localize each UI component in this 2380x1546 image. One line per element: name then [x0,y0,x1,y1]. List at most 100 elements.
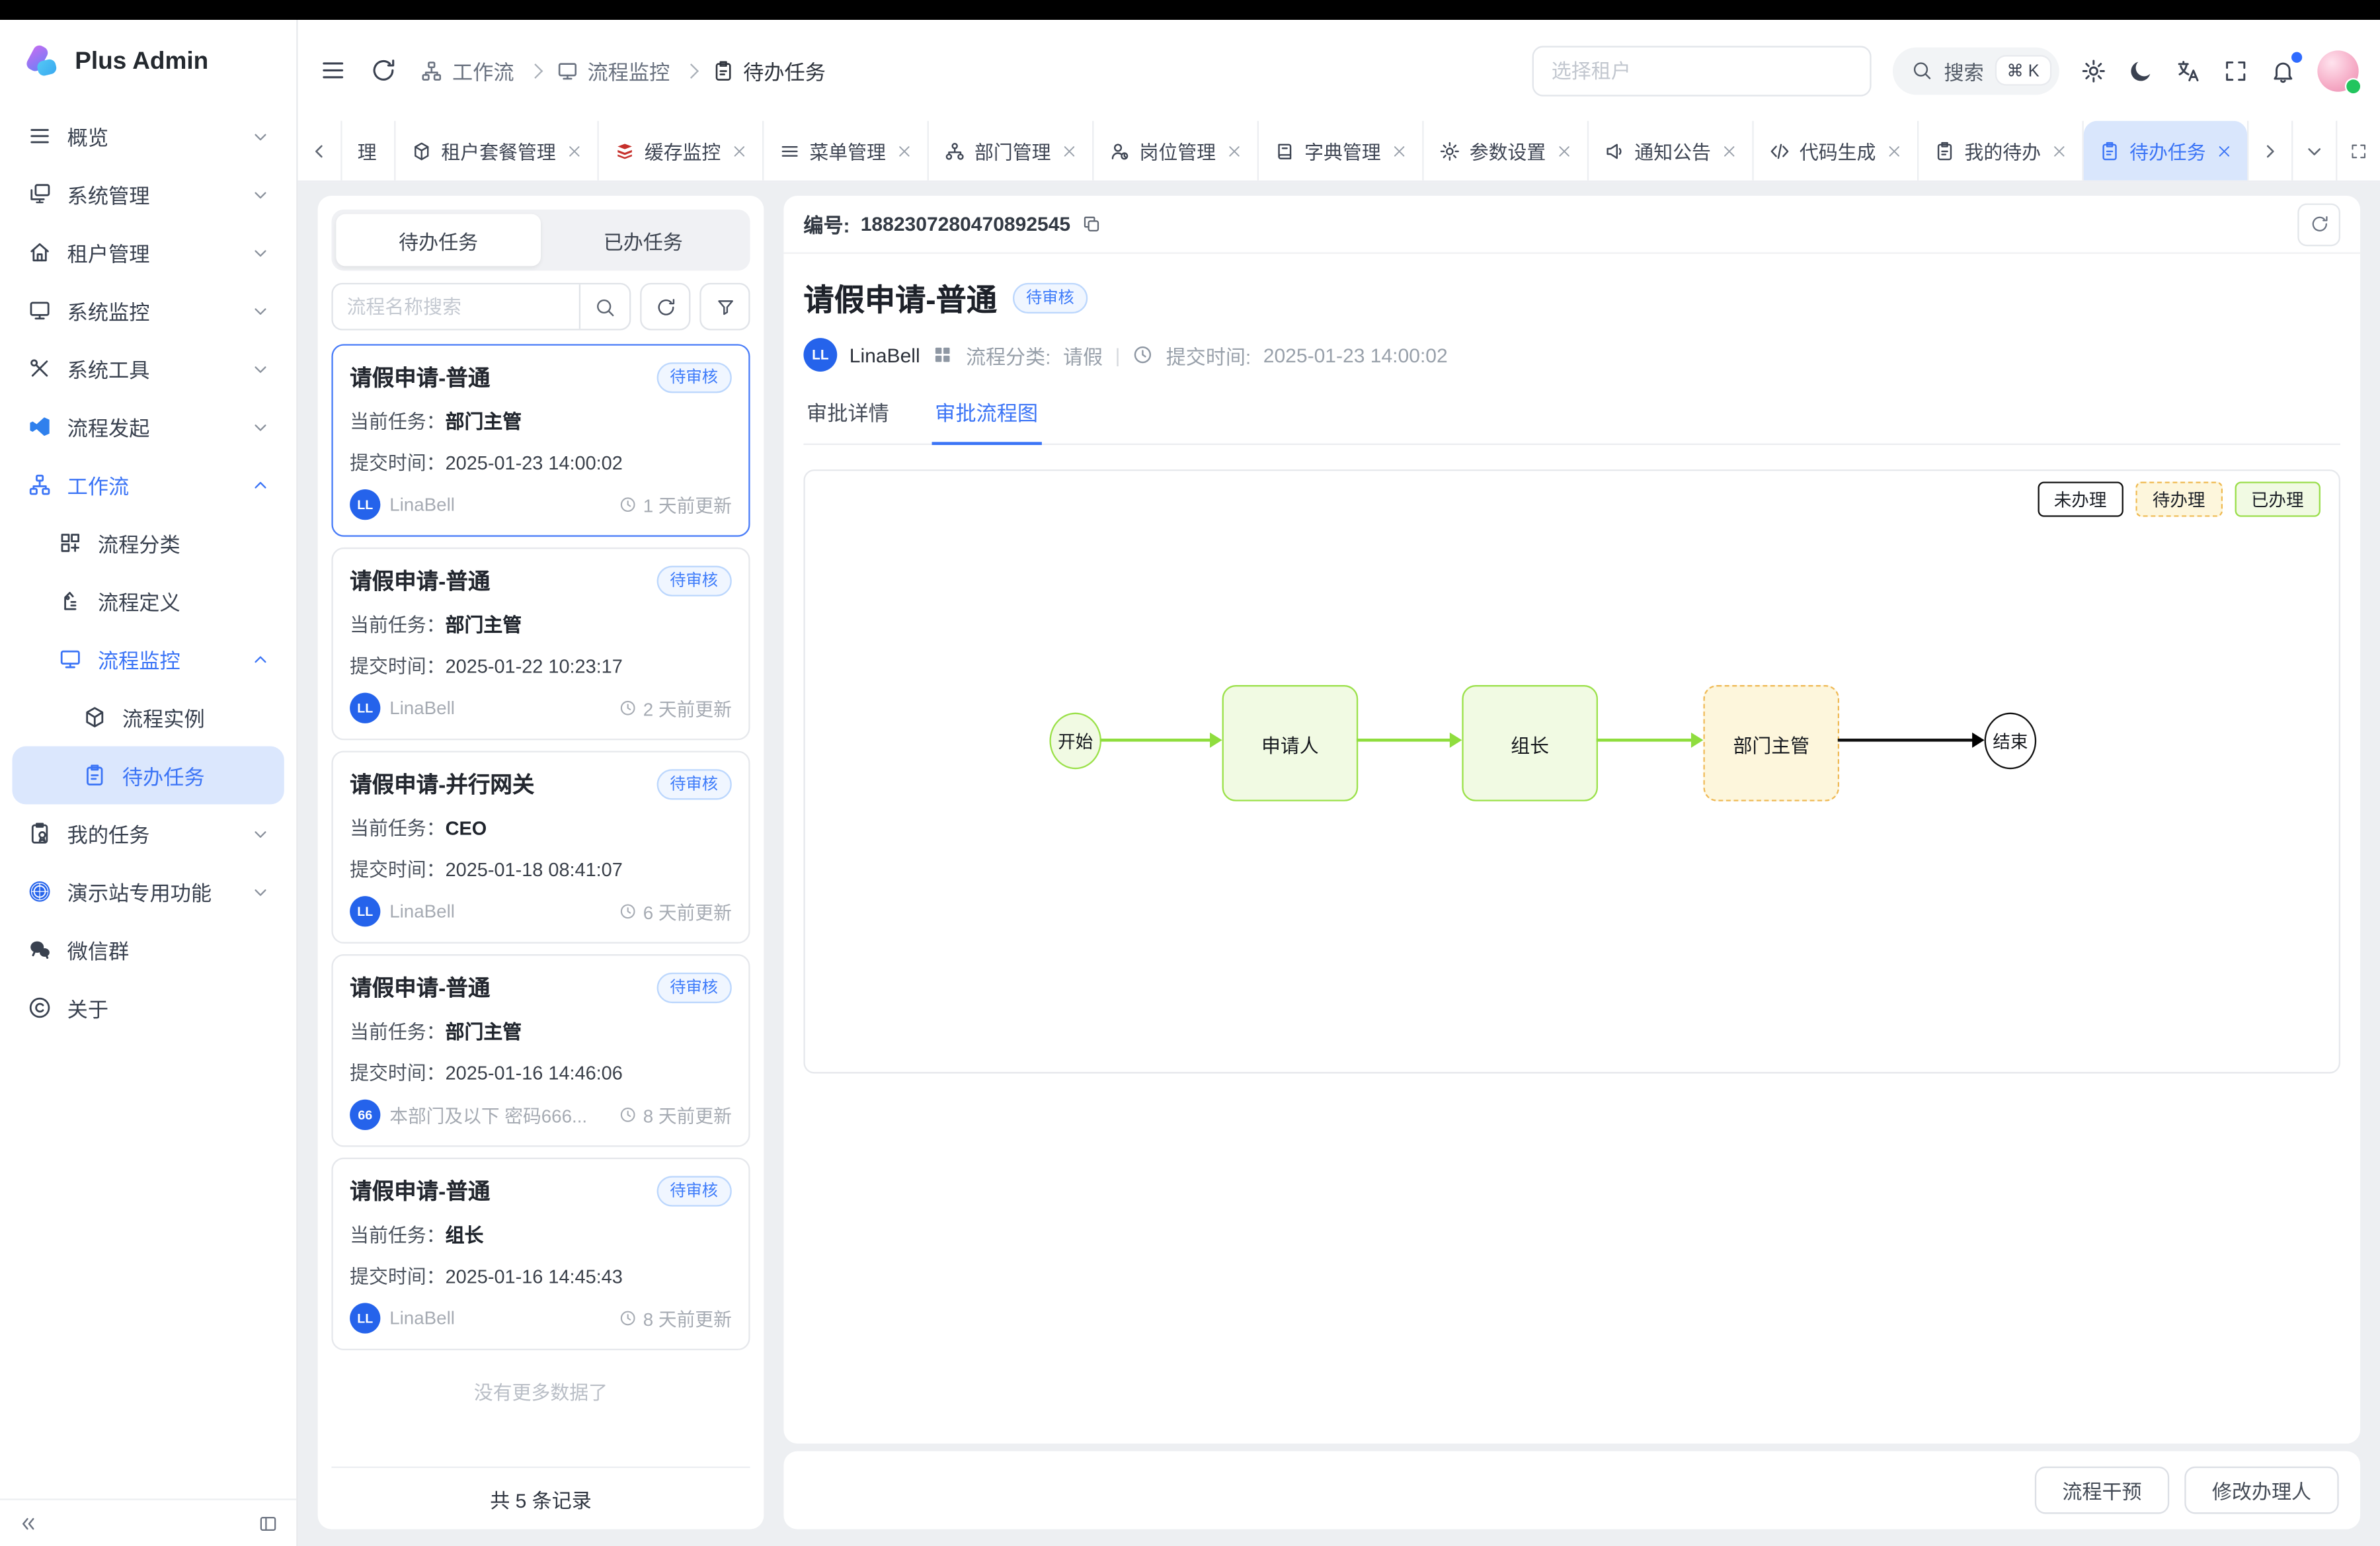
search-button[interactable] [579,284,629,329]
tab-todo-tasks[interactable]: 待办任务 [336,214,541,266]
tab-approval-flowchart[interactable]: 审批流程图 [932,396,1041,445]
code-icon [1769,140,1790,161]
chevron-down-icon [252,883,268,900]
detail-action-bar: 流程干预 修改办理人 [783,1451,2360,1529]
translate-icon[interactable] [2175,58,2201,83]
dark-mode-moon-icon[interactable] [2128,58,2154,83]
user-avatar[interactable] [2317,50,2358,91]
sidebar-item-my-tasks[interactable]: 我的任务 [12,804,284,862]
refresh-detail-button[interactable] [2297,202,2340,245]
task-card[interactable]: 请假申请-普通待审核 当前任务：部门主管 提交时间：2025-01-16 14:… [331,954,750,1147]
fullscreen-icon[interactable] [2223,58,2248,83]
sidebar-item-system-monitor[interactable]: 系统监控 [12,282,284,340]
refresh-list-button[interactable] [640,283,690,331]
tab-post-mgmt[interactable]: 岗位管理 [1093,121,1259,181]
flow-node-applicant[interactable]: 申请人 [1222,685,1359,801]
task-detail-panel: 编号: 1882307280470892545 请假申请-普通 待审核 [783,196,2360,1444]
tab-tenant-package[interactable]: 租户套餐管理 [395,121,598,181]
sidebar-item-flow-launch[interactable]: 流程发起 [12,397,284,456]
my-tasks-icon [28,821,52,846]
tabs-scroll-right-button[interactable] [2247,121,2291,181]
collapse-sidebar-icon[interactable] [19,1513,38,1533]
tabs-dropdown-button[interactable] [2291,121,2336,181]
tabs-scroll-left-button[interactable] [298,121,342,181]
flow-node-end[interactable]: 结束 [1985,713,2037,770]
close-icon[interactable] [896,143,912,158]
updated-ago: 1 天前更新 [643,492,732,518]
refresh-page-icon[interactable] [370,57,397,85]
close-icon[interactable] [1722,143,1737,158]
flow-node-group-leader[interactable]: 组长 [1462,685,1598,801]
close-icon[interactable] [732,143,747,158]
tab-params[interactable]: 参数设置 [1423,121,1589,181]
sidebar-footer [0,1498,296,1546]
flow-node-dept-manager[interactable]: 部门主管 [1703,685,1839,801]
user-name: LinaBell [389,698,610,719]
close-icon[interactable] [1887,143,1902,158]
tab-approval-detail[interactable]: 审批详情 [803,396,892,444]
sidebar-item-demo-features[interactable]: 演示站专用功能 [12,862,284,920]
close-icon[interactable] [567,143,582,158]
sidebar-item-flow-category[interactable]: 流程分类 [12,514,284,572]
chevron-down-icon [252,360,268,377]
tab-dict-mgmt[interactable]: 字典管理 [1259,121,1424,181]
close-icon[interactable] [1556,143,1571,158]
tab-code-gen[interactable]: 代码生成 [1754,121,1919,181]
sidebar-item-tenant-mgmt[interactable]: 租户管理 [12,224,284,282]
copy-icon[interactable] [1081,214,1101,234]
category-value: 请假 [1063,341,1103,370]
task-card[interactable]: 请假申请-普通待审核 当前任务：组长 提交时间：2025-01-16 14:45… [331,1158,750,1350]
close-icon[interactable] [2217,143,2232,158]
sidebar-item-flow-instance[interactable]: 流程实例 [12,688,284,747]
flow-node-start[interactable]: 开始 [1049,713,1101,770]
chevron-down-icon [252,186,268,202]
breadcrumb-workflow[interactable]: 工作流 [420,55,514,85]
tab-cache-monitor[interactable]: 缓存监控 [598,121,764,181]
sidebar-item-flow-monitor[interactable]: 流程监控 [12,630,284,688]
tab-todo-tasks-active[interactable]: 待办任务 [2084,121,2247,181]
monitor-icon [555,59,578,82]
tab-menu-mgmt[interactable]: 菜单管理 [764,121,929,181]
notifications-bell-icon[interactable] [2270,58,2296,83]
demo-globe-icon [28,879,52,904]
tab-clipped[interactable]: 理 [342,121,395,181]
task-card[interactable]: 请假申请-普通待审核 当前任务：部门主管 提交时间：2025-01-22 10:… [331,548,750,740]
content-fullscreen-button[interactable] [2336,121,2380,181]
tab-dept-mgmt[interactable]: 部门管理 [929,121,1094,181]
sidebar-item-system-mgmt[interactable]: 系统管理 [12,165,284,224]
close-icon[interactable] [1226,143,1242,158]
change-assignee-button[interactable]: 修改办理人 [2184,1467,2338,1514]
sidebar-item-todo-tasks[interactable]: 待办任务 [12,747,284,805]
close-icon[interactable] [2051,143,2067,158]
sidebar-item-overview[interactable]: 概览 [12,107,284,165]
tenant-select[interactable] [1532,45,1871,95]
global-search[interactable]: 搜索 ⌘ K [1892,47,2059,95]
legend-pending: 待办理 [2135,481,2222,516]
close-icon[interactable] [1392,143,1407,158]
avatar: LL [350,896,380,926]
filter-button[interactable] [699,283,750,331]
sidebar-item-workflow[interactable]: 工作流 [12,456,284,514]
breadcrumb-flow-monitor[interactable]: 流程监控 [555,55,670,85]
settings-gear-icon[interactable] [2081,58,2106,83]
sidebar-item-wechat-group[interactable]: 微信群 [12,920,284,979]
tab-my-todo[interactable]: 我的待办 [1919,121,2084,181]
search-shortcut: ⌘ K [1996,57,2050,85]
sidebar-item-flow-definition[interactable]: 流程定义 [12,572,284,630]
panel-toggle-icon[interactable] [258,1513,278,1533]
breadcrumb-todo-tasks[interactable]: 待办任务 [711,55,826,85]
task-card[interactable]: 请假申请-并行网关待审核 当前任务：CEO 提交时间：2025-01-18 08… [331,751,750,943]
tenant-select-input[interactable] [1548,58,1854,83]
flow-intervene-button[interactable]: 流程干预 [2035,1467,2169,1514]
tab-notice[interactable]: 通知公告 [1589,121,1754,181]
sidebar-item-system-tools[interactable]: 系统工具 [12,339,284,397]
hamburger-menu-icon[interactable] [319,57,347,85]
flow-name-search-input[interactable] [333,284,579,329]
megaphone-icon [1604,140,1625,161]
close-icon[interactable] [1062,143,1077,158]
flowchart-canvas[interactable]: 未办理 待办理 已办理 开始 申请人 组长 部门主管 [803,469,2340,1073]
task-card[interactable]: 请假申请-普通待审核 当前任务：部门主管 提交时间：2025-01-23 14:… [331,344,750,536]
open-tabs: 理 租户套餐管理 缓存监控 菜单管理 部门管理 岗位管理 字典管理 参数设置 通… [342,121,2247,181]
sidebar-item-about[interactable]: 关于 [12,979,284,1037]
tab-done-tasks[interactable]: 已办任务 [541,214,746,266]
